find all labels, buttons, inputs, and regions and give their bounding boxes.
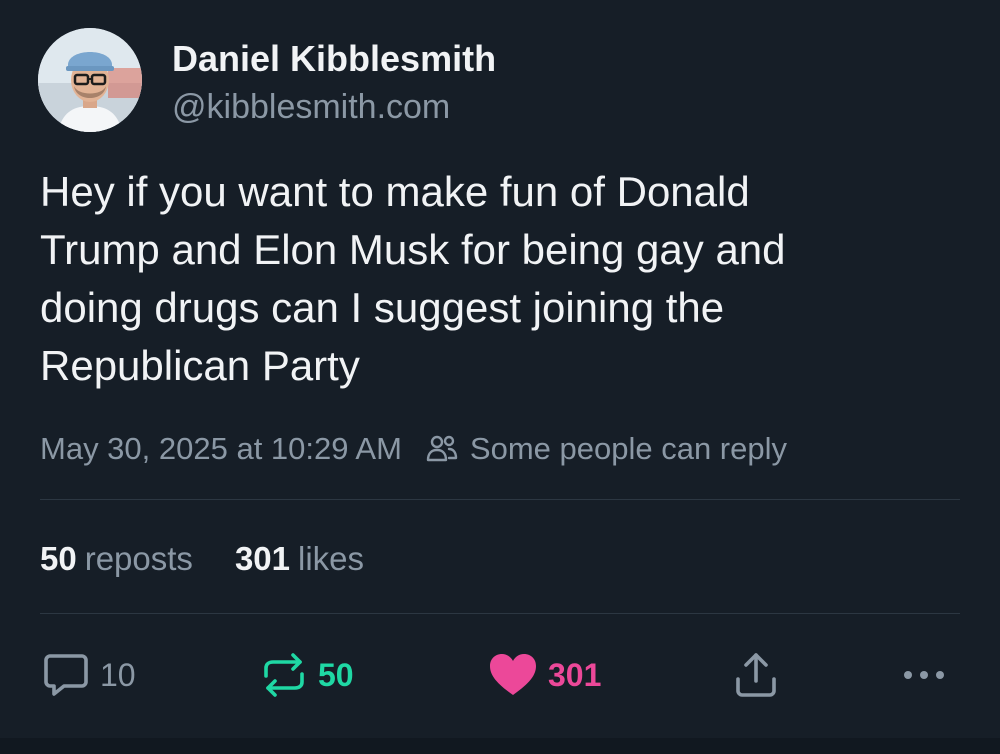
avatar[interactable] bbox=[38, 28, 142, 132]
like-button[interactable]: 301 bbox=[488, 650, 601, 700]
share-icon bbox=[733, 651, 779, 699]
likes-label: likes bbox=[298, 540, 365, 577]
repost-arrows-icon bbox=[260, 652, 308, 698]
divider bbox=[40, 499, 960, 500]
avatar-image bbox=[38, 28, 142, 132]
repost-count: 50 bbox=[318, 656, 354, 693]
repost-button[interactable]: 50 bbox=[260, 650, 354, 700]
reposts-stat[interactable]: 50 reposts bbox=[40, 540, 193, 578]
divider bbox=[40, 613, 960, 614]
share-button[interactable] bbox=[733, 650, 779, 700]
post-text-line: doing drugs can I suggest joining the bbox=[40, 284, 725, 331]
like-count: 301 bbox=[548, 656, 602, 693]
reposts-count: 50 bbox=[40, 540, 77, 577]
bottom-separator bbox=[0, 738, 1000, 754]
more-button[interactable] bbox=[900, 650, 948, 700]
post-meta: May 30, 2025 at 10:29 AM Some people can… bbox=[40, 428, 787, 470]
reply-count: 10 bbox=[100, 656, 136, 693]
post-timestamp: May 30, 2025 at 10:29 AM bbox=[40, 431, 402, 466]
post-text-line: Trump and Elon Musk for being gay and bbox=[40, 226, 786, 273]
action-bar: 10 50 301 bbox=[0, 650, 1000, 700]
post-text-line: Republican Party bbox=[40, 342, 360, 389]
author-handle[interactable]: @kibblesmith.com bbox=[172, 86, 450, 128]
speech-bubble-icon bbox=[42, 652, 90, 698]
reposts-label: reposts bbox=[84, 540, 193, 577]
likes-count: 301 bbox=[234, 540, 290, 577]
post-text: Hey if you want to make fun of Donald Tr… bbox=[40, 163, 960, 395]
reply-setting[interactable]: Some people can reply bbox=[470, 431, 787, 467]
heart-icon bbox=[488, 652, 538, 698]
post-text-line: Hey if you want to make fun of Donald bbox=[40, 168, 750, 215]
likes-stat[interactable]: 301 likes bbox=[235, 540, 364, 578]
people-icon bbox=[424, 431, 460, 467]
more-dots-icon bbox=[900, 667, 948, 683]
post-stats: 50 reposts 301 likes bbox=[40, 537, 364, 581]
reply-button[interactable]: 10 bbox=[42, 650, 136, 700]
author-display-name[interactable]: Daniel Kibblesmith bbox=[172, 37, 496, 81]
